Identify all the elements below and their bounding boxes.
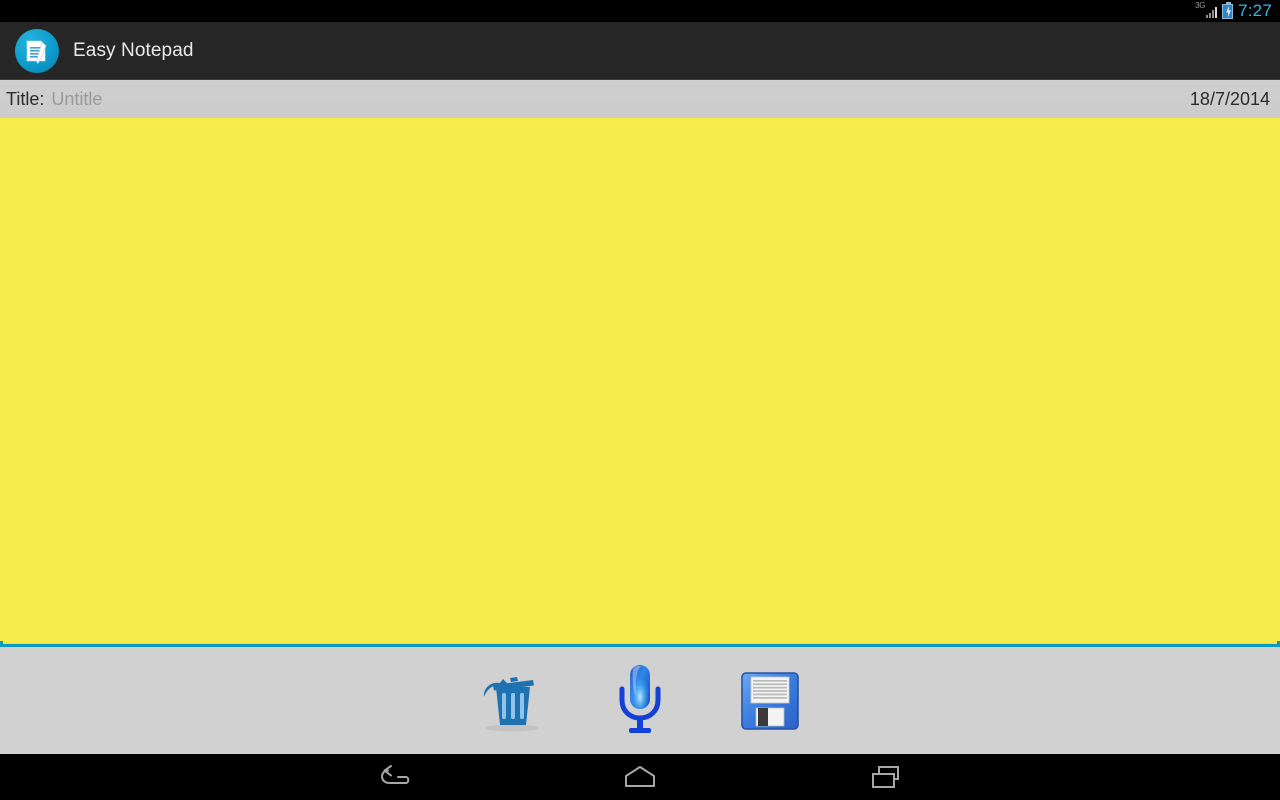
- recents-icon: [872, 766, 899, 788]
- battery-bolt-glyph: [1226, 5, 1232, 18]
- voice-input-button[interactable]: [601, 662, 679, 740]
- action-bar: Easy Notepad: [0, 22, 1280, 80]
- notepad-app-icon: [15, 28, 59, 73]
- signal-bars-glyph: [1206, 7, 1218, 18]
- title-input[interactable]: [51, 89, 1190, 110]
- nav-home-button[interactable]: [612, 757, 668, 797]
- note-date: 18/7/2014: [1189, 89, 1270, 109]
- bottom-toolbar: [0, 647, 1280, 754]
- device-screen: 3G 7:27 Easy Notepad Title: Untitle 18/7…: [0, 0, 1280, 800]
- battery-charging-icon: [1222, 1, 1234, 19]
- note-text-input[interactable]: [0, 118, 1280, 643]
- nav-recents-button[interactable]: [858, 757, 914, 797]
- home-icon: [625, 766, 655, 787]
- app-title: Easy Notepad: [73, 39, 194, 61]
- network-type-label: 3G: [1195, 1, 1206, 10]
- floppy-disk-icon: [741, 671, 799, 730]
- back-arrow-icon: [380, 765, 410, 784]
- nav-back-button[interactable]: [366, 757, 422, 797]
- trash-icon: [483, 676, 538, 731]
- note-body: [0, 118, 1280, 643]
- title-label: Title:: [6, 89, 45, 109]
- status-bar: 3G 7:27: [0, 0, 1280, 22]
- signal-bars-icon: 3G: [1195, 1, 1218, 19]
- navigation-bar: [0, 754, 1280, 800]
- save-button[interactable]: [731, 662, 809, 740]
- status-bar-clock: 7:27: [1238, 1, 1272, 20]
- microphone-icon: [619, 664, 661, 733]
- title-bar: Title: 18/7/2014: [0, 81, 1280, 118]
- delete-button[interactable]: [471, 662, 549, 740]
